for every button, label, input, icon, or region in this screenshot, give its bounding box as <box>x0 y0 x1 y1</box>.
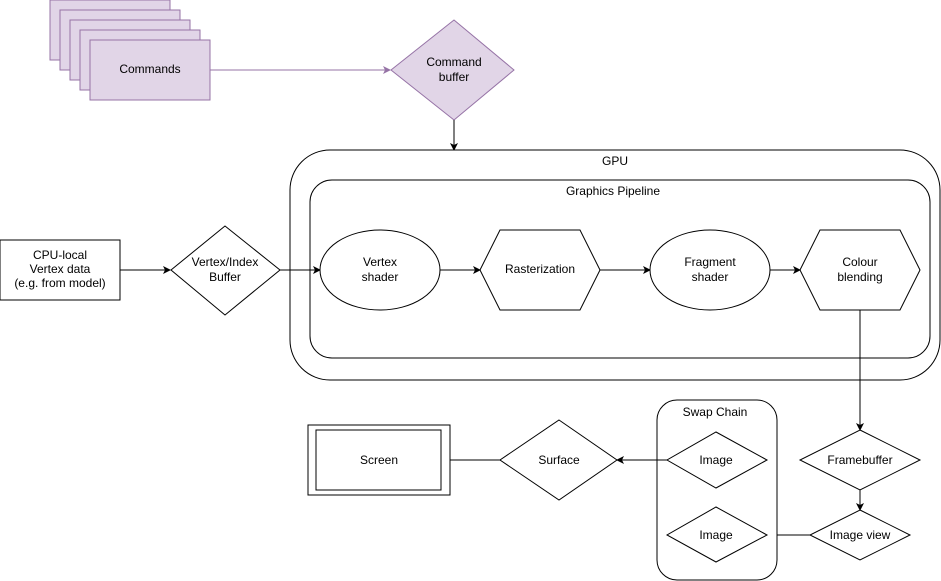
cpu-label-2: Vertex data <box>30 262 91 276</box>
cb-label-1: Colour <box>842 255 877 269</box>
raster-label: Rasterization <box>505 262 575 276</box>
image-view-label: Image view <box>830 528 891 542</box>
swap-image-1-label: Image <box>699 453 733 467</box>
graphics-pipeline-diagram: Commands Command buffer GPU Graphics Pip… <box>0 0 941 581</box>
swap-chain-label: Swap Chain <box>683 405 748 419</box>
command-buffer-label-1: Command <box>426 55 481 69</box>
swap-image-2-label: Image <box>699 528 733 542</box>
framebuffer-label: Framebuffer <box>827 453 892 467</box>
cpu-vertex-data-node[interactable]: CPU-local Vertex data (e.g. from model) <box>0 239 121 301</box>
cpu-label-3: (e.g. from model) <box>14 276 105 290</box>
command-buffer-node[interactable]: Command buffer <box>390 19 515 121</box>
vs-label-1: Vertex <box>363 255 397 269</box>
cb-label-2: blending <box>837 270 882 284</box>
rasterization-node[interactable]: Rasterization <box>479 229 601 311</box>
screen-label: Screen <box>360 453 398 467</box>
vib-label-2: Buffer <box>209 270 241 284</box>
commands-label: Commands <box>119 62 180 76</box>
command-buffer-label-2: buffer <box>439 70 469 84</box>
vertex-shader-node[interactable]: Vertex shader <box>319 229 441 311</box>
cpu-label-1: CPU-local <box>33 248 87 262</box>
image-view-node[interactable]: Image view <box>808 509 912 561</box>
commands-stack[interactable]: Commands <box>49 0 211 101</box>
colour-blending-node[interactable]: Colour blending <box>799 229 921 311</box>
vs-label-2: shader <box>362 270 399 284</box>
framebuffer-node[interactable]: Framebuffer <box>798 429 922 491</box>
vib-label-1: Vertex/Index <box>192 255 259 269</box>
gpu-label: GPU <box>602 154 628 168</box>
screen-node[interactable]: Screen <box>307 424 451 496</box>
graphics-pipeline-label: Graphics Pipeline <box>566 184 660 198</box>
fs-label-1: Fragment <box>684 255 736 269</box>
vertex-index-buffer-node[interactable]: Vertex/Index Buffer <box>170 225 281 316</box>
fs-label-2: shader <box>692 270 729 284</box>
surface-node[interactable]: Surface <box>499 419 618 501</box>
surface-label: Surface <box>538 453 580 467</box>
fragment-shader-node[interactable]: Fragment shader <box>649 229 771 311</box>
